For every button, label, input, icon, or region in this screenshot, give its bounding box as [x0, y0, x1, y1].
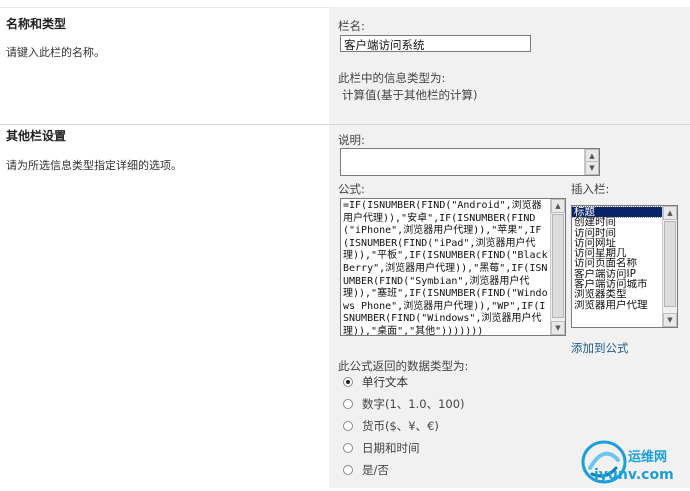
list-item[interactable]: 访问时间 — [572, 228, 662, 238]
list-item[interactable]: 浏览器用户代理 — [572, 300, 662, 310]
radio-icon[interactable] — [343, 421, 353, 431]
radio-label: 数字(1、1.0、100) — [362, 397, 465, 411]
return-type-option-number[interactable]: 数字(1、1.0、100) — [343, 396, 465, 412]
insert-column-listbox[interactable]: 标题 创建时间 访问时间 访问网址 访问星期几 访问页面名称 客户端访问IP 客… — [571, 205, 678, 328]
list-item[interactable]: 标题 — [572, 206, 663, 219]
list-item[interactable]: 创建时间 — [572, 217, 662, 227]
watermark-logo: 运维网 iyunv.com — [578, 438, 690, 488]
radio-icon[interactable] — [343, 465, 353, 475]
section-title-name-type: 名称和类型 — [6, 17, 67, 31]
return-type-option-boolean[interactable]: 是/否 — [343, 462, 389, 478]
type-label: 此栏中的信息类型为: — [338, 71, 446, 85]
list-item[interactable]: 访问星期几 — [572, 248, 662, 258]
radio-icon[interactable] — [343, 443, 353, 453]
scroll-up-icon[interactable]: ▲ — [663, 206, 677, 220]
section-divider — [0, 124, 690, 125]
formula-text: =IF(ISNUMBER(FIND("Android",浏览器用户代理)),"安… — [343, 200, 548, 335]
radio-label: 单行文本 — [362, 375, 408, 389]
type-value: 计算值(基于其他栏的计算) — [342, 88, 478, 102]
section-description-other-settings: 请为所选信息类型指定详细的选项。 — [6, 159, 182, 172]
formula-scrollbar[interactable]: ▲ ▼ — [550, 199, 565, 335]
list-item[interactable]: 客户端访问IP — [572, 269, 662, 279]
list-item[interactable]: 浏览器类型 — [572, 289, 662, 299]
description-scrollbar[interactable]: ▲ ▼ — [584, 149, 599, 175]
add-to-formula-link[interactable]: 添加到公式 — [571, 340, 629, 356]
radio-label: 货币($、¥、€) — [362, 419, 439, 433]
return-type-option-datetime[interactable]: 日期和时间 — [343, 440, 420, 456]
column-name-label: 栏名: — [338, 19, 365, 33]
insert-column-label: 插入栏: — [571, 182, 610, 196]
description-textarea[interactable]: ▲ ▼ — [340, 148, 600, 176]
radio-icon[interactable] — [343, 399, 353, 409]
return-type-option-currency[interactable]: 货币($、¥、€) — [343, 418, 439, 434]
watermark-text-cn: 运维网 — [628, 450, 668, 465]
insert-column-scrollbar[interactable]: ▲ ▼ — [662, 206, 677, 327]
return-type-label: 此公式返回的数据类型为: — [338, 359, 469, 373]
list-item[interactable]: 访问页面名称 — [572, 258, 662, 268]
section-title-other-settings: 其他栏设置 — [6, 129, 67, 143]
column-name-value: 客户端访问系统 — [344, 38, 425, 52]
description-label: 说明: — [338, 133, 365, 147]
scroll-down-icon[interactable]: ▼ — [551, 321, 565, 335]
scroll-up-icon[interactable]: ▲ — [551, 199, 565, 213]
formula-textarea[interactable]: =IF(ISNUMBER(FIND("Android",浏览器用户代理)),"安… — [340, 198, 566, 336]
watermark-text-en: iyunv.com — [594, 467, 674, 483]
radio-selected-icon[interactable] — [343, 377, 353, 387]
scroll-thumb[interactable] — [664, 221, 676, 307]
list-item[interactable]: 客户端访问城市 — [572, 279, 662, 289]
scroll-thumb[interactable] — [552, 214, 564, 318]
scroll-down-icon[interactable]: ▼ — [663, 313, 677, 327]
formula-label: 公式: — [338, 182, 365, 196]
section-description-name-type: 请键入此栏的名称。 — [6, 46, 105, 59]
list-item[interactable]: 访问网址 — [572, 238, 662, 248]
return-type-option-single-line[interactable]: 单行文本 — [343, 374, 408, 390]
radio-label: 日期和时间 — [362, 441, 420, 455]
scroll-down-icon[interactable]: ▼ — [585, 161, 599, 175]
column-name-input[interactable]: 客户端访问系统 — [340, 35, 531, 52]
radio-label: 是/否 — [362, 463, 389, 477]
